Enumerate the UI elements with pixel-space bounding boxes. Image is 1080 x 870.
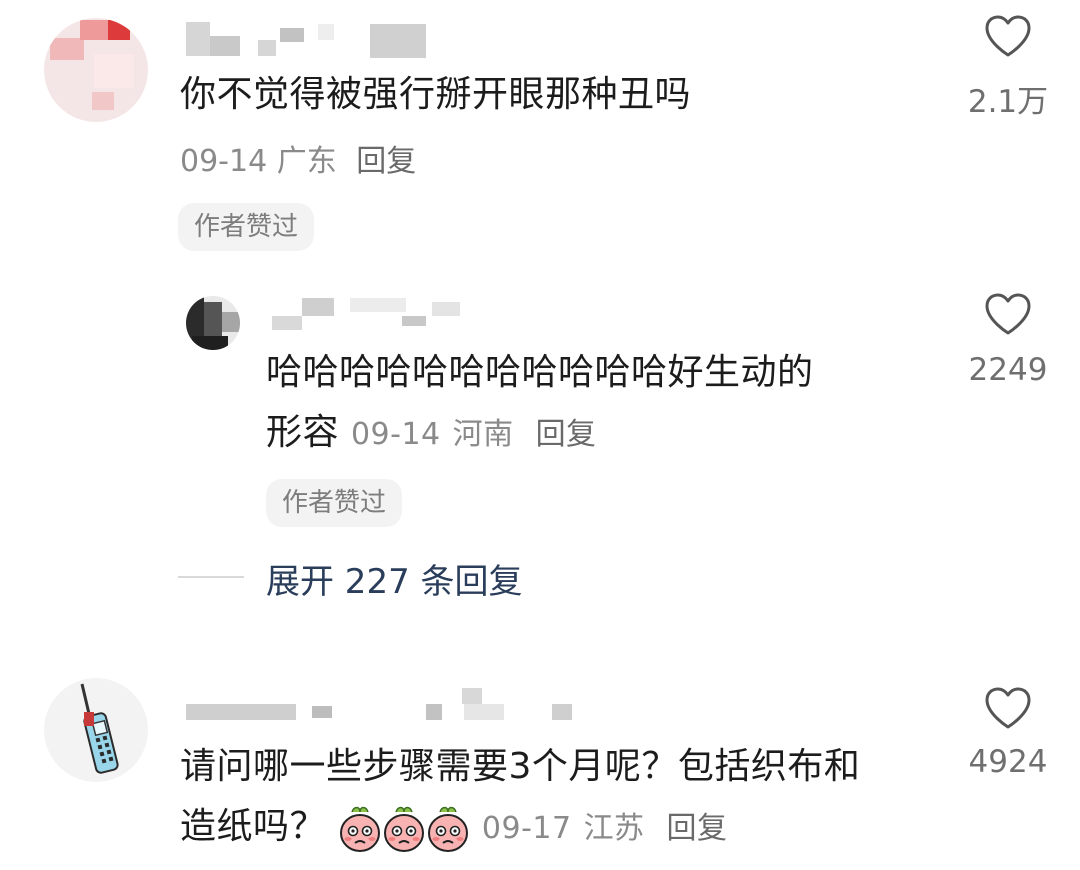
divider <box>178 576 244 578</box>
crying-peach-emoji <box>383 806 424 852</box>
comment-text-line1: 请问哪一些步骤需要3个月呢？包括织布和 <box>180 746 861 787</box>
username-blurred[interactable] <box>272 296 472 332</box>
author-liked-badge: 作者赞过 <box>266 479 403 527</box>
avatar[interactable] <box>44 18 148 122</box>
comment-date: 09-14 <box>350 417 441 452</box>
comment-location: 江苏 <box>583 811 645 846</box>
comment-location: 广东 <box>276 144 337 179</box>
comment-text-line1: 哈哈哈哈哈哈哈哈哈哈哈好生动的 <box>266 352 814 393</box>
phone-avatar-icon <box>80 683 119 774</box>
comment-text-line2: 造纸吗？ <box>180 806 327 847</box>
like-count: 2.1万 <box>967 84 1049 120</box>
avatar[interactable] <box>44 678 148 782</box>
avatar[interactable] <box>186 296 240 350</box>
comment-date: 09-14 <box>180 144 268 179</box>
reply-button[interactable]: 回复 <box>536 417 597 452</box>
comment-text: 你不觉得被强行掰开眼那种丑吗 <box>180 74 692 115</box>
comment-location: 河南 <box>452 417 514 452</box>
like-count: 2249 <box>968 352 1048 388</box>
crying-peach-emoji <box>427 806 468 852</box>
comment-date: 09-17 <box>481 811 572 846</box>
comment-text-line2: 造纸吗？ 09-17 江苏 回复 <box>180 796 728 860</box>
author-liked-badge: 作者赞过 <box>178 203 315 251</box>
heart-outline-icon[interactable] <box>984 292 1032 336</box>
comment-text-line2: 形容 <box>266 412 340 453</box>
emoji-row <box>338 806 470 852</box>
like-count: 4924 <box>968 744 1048 780</box>
comment-text-line2: 形容 09-14 河南 回复 <box>266 402 597 466</box>
crying-peach-emoji <box>339 806 380 852</box>
heart-outline-icon[interactable] <box>984 686 1032 730</box>
reply-button[interactable]: 回复 <box>667 811 728 846</box>
comment-meta: 09-14 广东 回复 <box>180 136 416 180</box>
heart-outline-icon[interactable] <box>984 14 1032 58</box>
expand-replies-button[interactable]: 展开 227 条回复 <box>266 554 523 603</box>
username-blurred[interactable] <box>186 22 436 58</box>
reply-button[interactable]: 回复 <box>356 144 416 179</box>
username-blurred[interactable] <box>186 684 586 724</box>
